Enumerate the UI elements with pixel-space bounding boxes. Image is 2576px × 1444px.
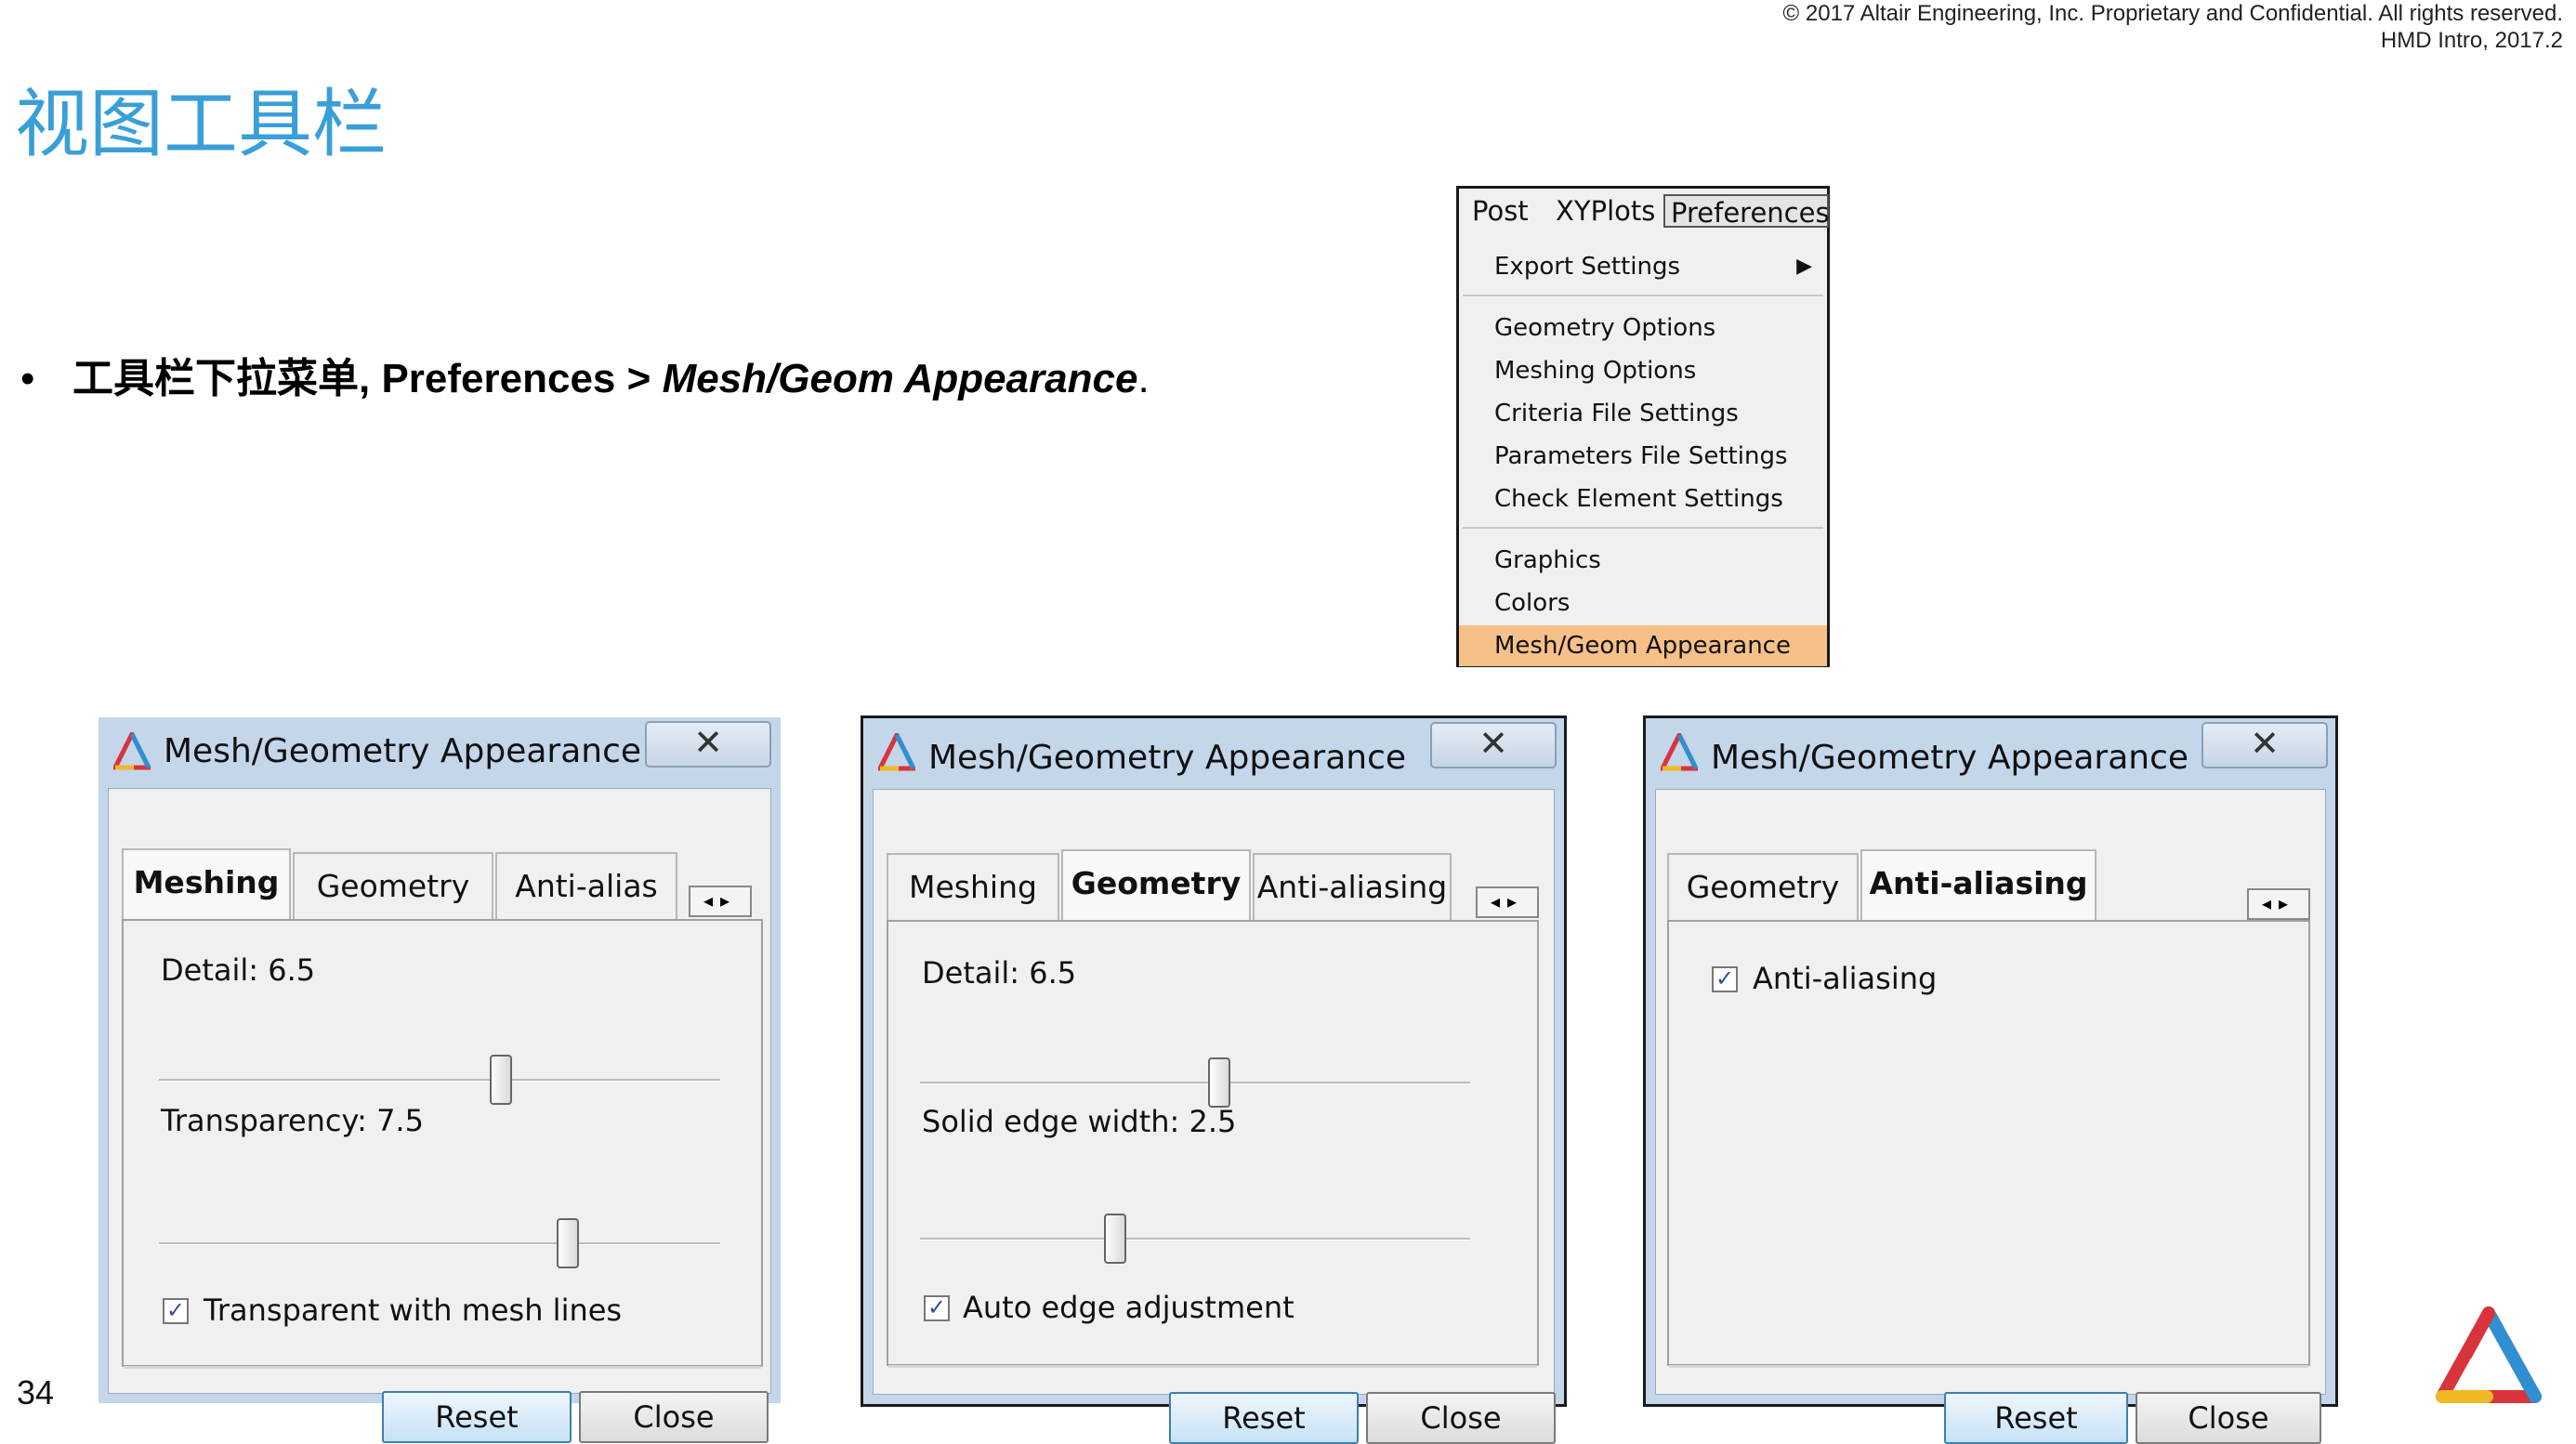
tab-panel-meshing: Detail: 6.5 Transparency: 7.5 ✓ Transpar… xyxy=(122,919,763,1369)
close-button[interactable]: Close xyxy=(1366,1392,1556,1444)
menu-item-meshing-options[interactable]: Meshing Options xyxy=(1459,350,1827,391)
altair-logo-icon xyxy=(2436,1306,2542,1403)
close-button[interactable]: Close xyxy=(579,1391,769,1443)
dialog-body: Geometry Anti-aliasing ◂▸ ✓ Anti-aliasin… xyxy=(1655,789,2326,1444)
menu-item-parameters-file-settings[interactable]: Parameters File Settings xyxy=(1459,436,1827,477)
transparency-slider-thumb[interactable] xyxy=(557,1218,579,1268)
detail-slider-track xyxy=(920,1082,1470,1084)
reset-button[interactable]: Reset xyxy=(1944,1392,2128,1444)
menu-item-mesh-geom-appearance[interactable]: Mesh/Geom Appearance xyxy=(1459,625,1827,666)
close-icon[interactable]: ✕ xyxy=(1430,722,1557,768)
tab-geometry[interactable]: Geometry xyxy=(1061,849,1251,922)
menu-item-export-settings[interactable]: Export Settings ▶ xyxy=(1459,246,1827,287)
altair-app-icon xyxy=(1661,733,1698,771)
tab-anti-alias[interactable]: Anti-alias xyxy=(495,852,677,921)
tab-panel-geometry: Detail: 6.5 Solid edge width: 2.5 ✓ Auto… xyxy=(887,920,1539,1368)
menu-bar: Post XYPlots Preferences xyxy=(1459,189,1830,235)
detail-slider-track xyxy=(159,1079,720,1082)
reset-button[interactable]: Reset xyxy=(1169,1392,1359,1444)
detail-label: Detail: 6.5 xyxy=(161,952,316,988)
dialog-title: Mesh/Geometry Appearance xyxy=(1711,739,2189,777)
menu-preferences[interactable]: Preferences xyxy=(1663,194,1830,229)
anti-aliasing-label: Anti-aliasing xyxy=(1753,961,1938,996)
dialog-title: Mesh/Geometry Appearance xyxy=(928,739,1407,777)
auto-edge-adjustment-label: Auto edge adjustment xyxy=(963,1290,1295,1325)
menu-xyplots[interactable]: XYPlots xyxy=(1550,194,1661,228)
tab-scroll-arrows-icon[interactable]: ◂▸ xyxy=(1476,886,1539,918)
close-icon[interactable]: ✕ xyxy=(645,721,771,768)
solid-edge-width-label: Solid edge width: 2.5 xyxy=(922,1104,1237,1139)
menu-item-colors[interactable]: Colors xyxy=(1459,583,1827,624)
dialog-title: Mesh/Geometry Appearance xyxy=(164,732,642,770)
dialog-body: Meshing Geometry Anti-aliasing ◂▸ Detail… xyxy=(873,789,1556,1444)
copyright-text: © 2017 Altair Engineering, Inc. Propriet… xyxy=(1782,1,2563,26)
dialog-geometry: Mesh/Geometry Appearance ✕ Meshing Geome… xyxy=(861,715,1567,1444)
transparency-label: Transparency: 7.5 xyxy=(161,1103,424,1138)
bullet-item: Mesh/Geom Appearance xyxy=(662,356,1138,401)
copyright-notice: © 2017 Altair Engineering, Inc. Propriet… xyxy=(1783,0,2563,54)
solid-edge-slider-thumb[interactable] xyxy=(1104,1214,1126,1264)
transparent-mesh-lines-checkbox[interactable]: ✓ xyxy=(163,1298,189,1324)
menu-post[interactable]: Post xyxy=(1466,194,1534,228)
detail-slider-thumb[interactable] xyxy=(490,1055,512,1105)
tab-anti-aliasing[interactable]: Anti-aliasing xyxy=(1860,849,2096,922)
close-icon[interactable]: ✕ xyxy=(2201,722,2328,768)
altair-app-icon xyxy=(113,732,151,770)
menu-item-graphics[interactable]: Graphics xyxy=(1459,540,1827,581)
preferences-menu: Post XYPlots Preferences Export Settings… xyxy=(1456,186,1830,667)
menu-separator xyxy=(1463,295,1823,296)
tab-meshing[interactable]: Meshing xyxy=(122,848,291,921)
menu-item-geometry-options[interactable]: Geometry Options xyxy=(1459,308,1827,348)
dialog-titlebar[interactable]: Mesh/Geometry Appearance ✕ xyxy=(1646,718,2335,789)
tab-panel-anti-aliasing: ✓ Anti-aliasing xyxy=(1667,920,2310,1368)
bullet-text: • 工具栏下拉菜单, Preferences > Mesh/Geom Appear… xyxy=(20,351,1150,407)
bullet-prefix: 工具栏下拉菜单, xyxy=(72,356,382,401)
auto-edge-adjustment-checkbox[interactable]: ✓ xyxy=(924,1295,950,1321)
page-number: 34 xyxy=(17,1373,55,1411)
submenu-arrow-icon: ▶ xyxy=(1796,255,1812,278)
dialog-meshing: Mesh/Geometry Appearance ✕ Meshing Geome… xyxy=(99,717,781,1443)
dialog-titlebar[interactable]: Mesh/Geometry Appearance ✕ xyxy=(863,718,1564,789)
dialog-body: Meshing Geometry Anti-alias ◂▸ Detail: 6… xyxy=(108,788,771,1443)
close-button[interactable]: Close xyxy=(2136,1392,2321,1444)
course-label: HMD Intro, 2017.2 xyxy=(2380,28,2563,53)
menu-item-criteria-file-settings[interactable]: Criteria File Settings xyxy=(1459,393,1827,434)
tab-scroll-arrows-icon[interactable]: ◂▸ xyxy=(2247,888,2310,920)
dialog-anti-aliasing: Mesh/Geometry Appearance ✕ Geometry Anti… xyxy=(1643,715,2338,1444)
reset-button[interactable]: Reset xyxy=(382,1391,572,1443)
detail-slider-thumb[interactable] xyxy=(1208,1057,1230,1108)
tab-meshing[interactable]: Meshing xyxy=(887,853,1059,922)
bullet-menu: Preferences xyxy=(381,356,616,401)
bullet-end: . xyxy=(1137,356,1150,401)
transparency-slider-track xyxy=(159,1242,720,1245)
solid-edge-slider-track xyxy=(920,1238,1470,1241)
tab-geometry[interactable]: Geometry xyxy=(293,852,493,921)
transparent-mesh-lines-label: Transparent with mesh lines xyxy=(204,1293,623,1328)
menu-separator xyxy=(1463,527,1823,529)
bullet-separator: > xyxy=(615,356,663,401)
tab-scroll-arrows-icon[interactable]: ◂▸ xyxy=(689,886,752,917)
dialog-titlebar[interactable]: Mesh/Geometry Appearance ✕ xyxy=(99,717,781,788)
slide-title: 视图工具栏 xyxy=(15,81,387,167)
anti-aliasing-checkbox[interactable]: ✓ xyxy=(1712,966,1738,992)
altair-app-icon xyxy=(878,733,915,771)
detail-label: Detail: 6.5 xyxy=(922,955,1077,991)
tab-anti-aliasing[interactable]: Anti-aliasing xyxy=(1253,853,1452,922)
bullet-symbol: • xyxy=(20,356,35,401)
tab-geometry[interactable]: Geometry xyxy=(1667,853,1859,922)
menu-item-label: Export Settings xyxy=(1494,253,1681,281)
menu-item-check-element-settings[interactable]: Check Element Settings xyxy=(1459,479,1827,519)
